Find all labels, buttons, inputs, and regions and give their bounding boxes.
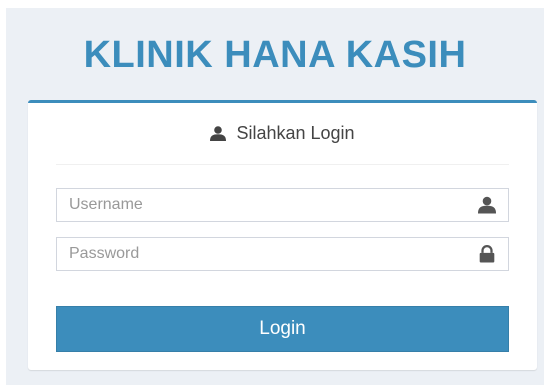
user-icon — [210, 126, 227, 141]
lock-icon — [478, 245, 496, 263]
password-input[interactable] — [57, 238, 508, 270]
login-prompt: Silahkan Login — [236, 123, 355, 143]
username-field-group — [56, 188, 509, 222]
login-box-header: Silahkan Login — [56, 103, 509, 165]
user-icon — [478, 196, 496, 214]
login-box: Silahkan Login Login — [28, 100, 537, 370]
username-input[interactable] — [57, 189, 508, 221]
password-field-group — [56, 237, 509, 271]
login-page: KLINIK HANA KASIH Silahkan Login Usernam… — [6, 8, 544, 385]
clinic-title: KLINIK HANA KASIH — [83, 34, 467, 76]
login-button[interactable]: Login — [56, 306, 509, 352]
